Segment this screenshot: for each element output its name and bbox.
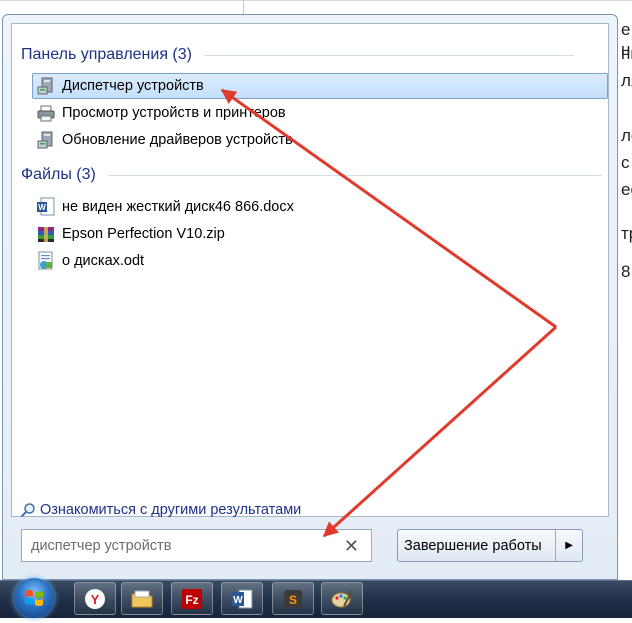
bg-fragment: ля	[621, 71, 632, 90]
magnifier-icon	[20, 503, 35, 518]
svg-text:Y: Y	[91, 592, 100, 607]
see-more-label: Ознакомиться с другими результатами	[40, 502, 302, 518]
word-document-icon: W	[37, 197, 55, 216]
background-top-line	[0, 0, 632, 1]
result-item-file-docx[interactable]: W не виден жесткий диск46 866.docx	[32, 194, 608, 220]
word-icon: W	[232, 589, 253, 608]
group-title: Панель управления (3)	[21, 46, 192, 63]
bg-fragment: тр	[621, 224, 632, 243]
background-divider	[243, 0, 244, 14]
group-divider	[203, 54, 574, 56]
group-title: Файлы (3)	[21, 166, 96, 183]
result-item-devices-printers[interactable]: Просмотр устройств и принтеров	[32, 100, 608, 126]
taskbar-yandex-browser[interactable]: Y	[74, 582, 116, 615]
shutdown-button[interactable]: Завершение работы	[398, 538, 555, 554]
item-label: Epson Perfection V10.zip	[62, 226, 225, 242]
item-label: не виден жесткий диск46 866.docx	[62, 199, 294, 215]
bg-fragment: ле	[621, 126, 632, 145]
svg-text:S: S	[289, 593, 297, 607]
svg-text:W: W	[233, 595, 243, 606]
taskbar-sublime-text[interactable]: S	[272, 582, 314, 615]
bg-fragment: ны	[621, 44, 632, 63]
taskbar-filezilla[interactable]: Fz	[171, 582, 213, 615]
device-manager-icon	[37, 131, 53, 149]
bg-fragment: с	[621, 153, 630, 172]
shutdown-options-arrow-icon[interactable]: ▶	[556, 540, 582, 551]
shutdown-button-group: Завершение работы ▶	[397, 529, 583, 562]
see-more-results-link[interactable]: Ознакомиться с другими результатами	[20, 500, 301, 520]
result-item-update-drivers[interactable]: Обновление драйверов устройств	[32, 127, 608, 153]
bg-fragment: 8	[621, 262, 631, 281]
group-divider	[107, 174, 602, 176]
item-label: о дисках.odt	[62, 253, 145, 269]
search-input[interactable]	[29, 536, 333, 555]
result-item-file-zip[interactable]: Epson Perfection V10.zip	[32, 221, 608, 247]
result-item-device-manager[interactable]: Диспетчер устройств	[32, 73, 608, 99]
taskbar-paint[interactable]	[321, 582, 363, 615]
search-box[interactable]: ✕	[21, 529, 372, 562]
svg-text:Fz: Fz	[185, 593, 198, 607]
windows-logo-icon	[25, 590, 43, 606]
paint-icon	[331, 590, 353, 607]
clear-search-icon[interactable]: ✕	[344, 536, 359, 557]
item-label: Просмотр устройств и принтеров	[62, 105, 286, 121]
winrar-archive-icon	[38, 227, 54, 242]
file-explorer-icon	[131, 590, 153, 607]
taskbar-file-explorer[interactable]	[121, 582, 163, 615]
search-results-pane: Панель управления (3) Диспетчер устройст…	[11, 23, 609, 520]
yandex-browser-icon: Y	[85, 588, 105, 609]
item-label: Диспетчер устройств	[62, 78, 204, 94]
device-manager-icon	[37, 77, 53, 95]
bg-fragment: ес	[621, 180, 632, 199]
sublime-text-icon: S	[284, 589, 302, 608]
start-button[interactable]	[14, 578, 54, 618]
start-menu: Панель управления (3) Диспетчер устройст…	[2, 14, 618, 580]
svg-text:W: W	[38, 203, 46, 212]
filezilla-icon: Fz	[182, 588, 202, 609]
group-header-control-panel[interactable]: Панель управления (3)	[21, 45, 574, 65]
item-label: Обновление драйверов устройств	[62, 132, 293, 148]
printer-icon	[37, 105, 55, 122]
taskbar-word[interactable]: W	[221, 582, 263, 615]
odt-document-icon	[38, 251, 53, 270]
result-item-file-odt[interactable]: о дисках.odt	[32, 248, 608, 274]
group-header-files[interactable]: Файлы (3)	[21, 165, 602, 185]
